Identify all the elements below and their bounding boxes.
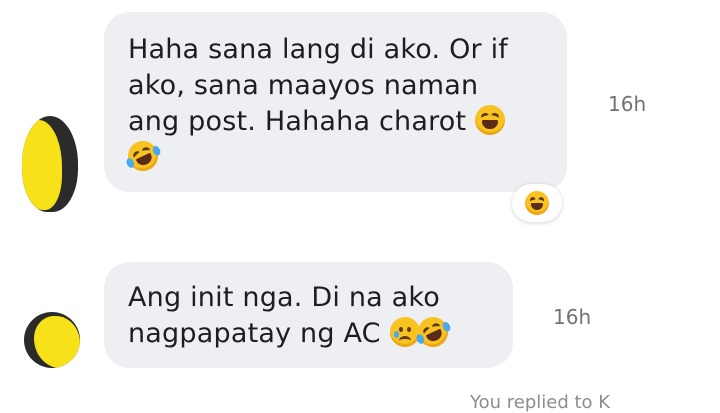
- message-text-line: ang post. Hahaha charot: [128, 104, 543, 140]
- message-text-line: nagpapatay ng AC: [128, 312, 489, 352]
- reaction-badge[interactable]: [512, 184, 562, 222]
- reply-indicator-text: You replied to K: [470, 392, 611, 413]
- sender-avatar[interactable]: [24, 312, 80, 368]
- message-bubble[interactable]: Ang init nga. Di na ako nagpapatay ng AC: [104, 262, 513, 368]
- rolling-on-floor-laughing-icon: [412, 312, 453, 352]
- message-text-line: Haha sana lang di ako. Or if: [128, 34, 509, 65]
- sender-avatar[interactable]: [22, 116, 78, 212]
- message-timestamp: 16h: [553, 305, 592, 329]
- message-emoji-line: [123, 136, 543, 176]
- message-timestamp: 16h: [608, 92, 647, 116]
- rolling-on-floor-laughing-icon: [123, 136, 163, 176]
- message-text-line: Ang init nga. Di na ako: [128, 282, 441, 313]
- message-bubble[interactable]: Haha sana lang di ako. Or if ako, sana m…: [104, 12, 567, 192]
- message-text-line: ako, sana maayos naman: [128, 70, 479, 101]
- face-holding-back-tears-icon: [389, 317, 420, 347]
- grinning-squinting-face-icon: [475, 105, 506, 135]
- grinning-squinting-face-icon: [525, 191, 549, 215]
